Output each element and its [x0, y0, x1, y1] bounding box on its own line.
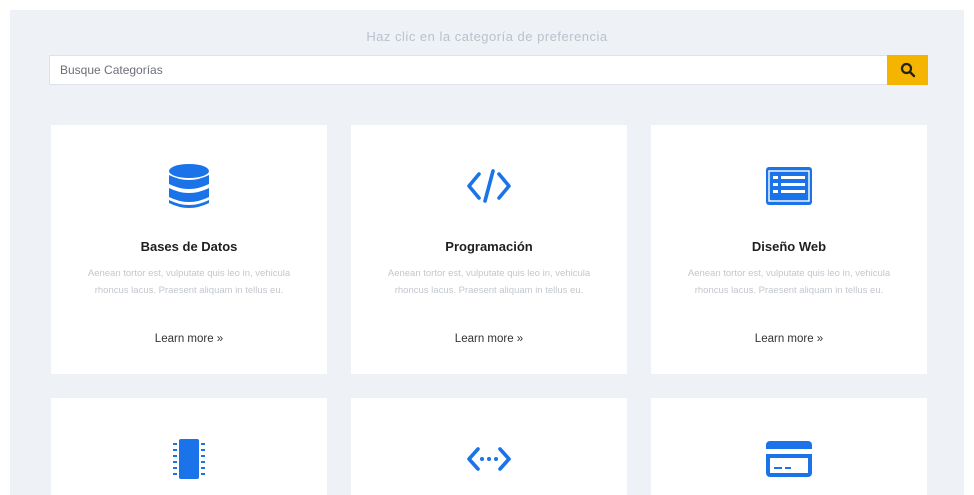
- category-hint: Haz clic en la categoría de preferencia: [366, 29, 608, 44]
- search-input[interactable]: [49, 55, 887, 85]
- card-description: Aenean tortor est, vulputate quis leo in…: [687, 268, 891, 296]
- database-icon: [165, 162, 213, 210]
- card-title: Bases de Datos: [140, 239, 238, 254]
- card-title: Diseño Web: [751, 239, 827, 254]
- category-card-hardware[interactable]: [51, 398, 327, 495]
- code-icon: [465, 162, 513, 210]
- card-title: Programación: [445, 239, 533, 254]
- card-description: Aenean tortor est, vulputate quis leo in…: [87, 268, 291, 296]
- category-card-payments[interactable]: [651, 398, 927, 495]
- search-bar: [49, 55, 928, 85]
- category-card-programming[interactable]: Programación Aenean tortor est, vulputat…: [351, 125, 627, 374]
- search-button[interactable]: [887, 55, 928, 85]
- credit-card-icon: [765, 435, 813, 483]
- chip-icon: [165, 435, 213, 483]
- learn-more-link[interactable]: Learn more »: [651, 333, 927, 345]
- category-card-databases[interactable]: Bases de Datos Aenean tortor est, vulput…: [51, 125, 327, 374]
- search-icon: [900, 62, 915, 78]
- card-description: Aenean tortor est, vulputate quis leo in…: [387, 268, 591, 296]
- category-card-web-design[interactable]: Diseño Web Aenean tortor est, vulputate …: [651, 125, 927, 374]
- web-list-icon: [765, 162, 813, 210]
- api-icon: [465, 435, 513, 483]
- category-card-api[interactable]: [351, 398, 627, 495]
- learn-more-link[interactable]: Learn more »: [51, 333, 327, 345]
- learn-more-link[interactable]: Learn more »: [351, 333, 627, 345]
- categories-panel: Haz clic en la categoría de preferencia …: [10, 10, 964, 495]
